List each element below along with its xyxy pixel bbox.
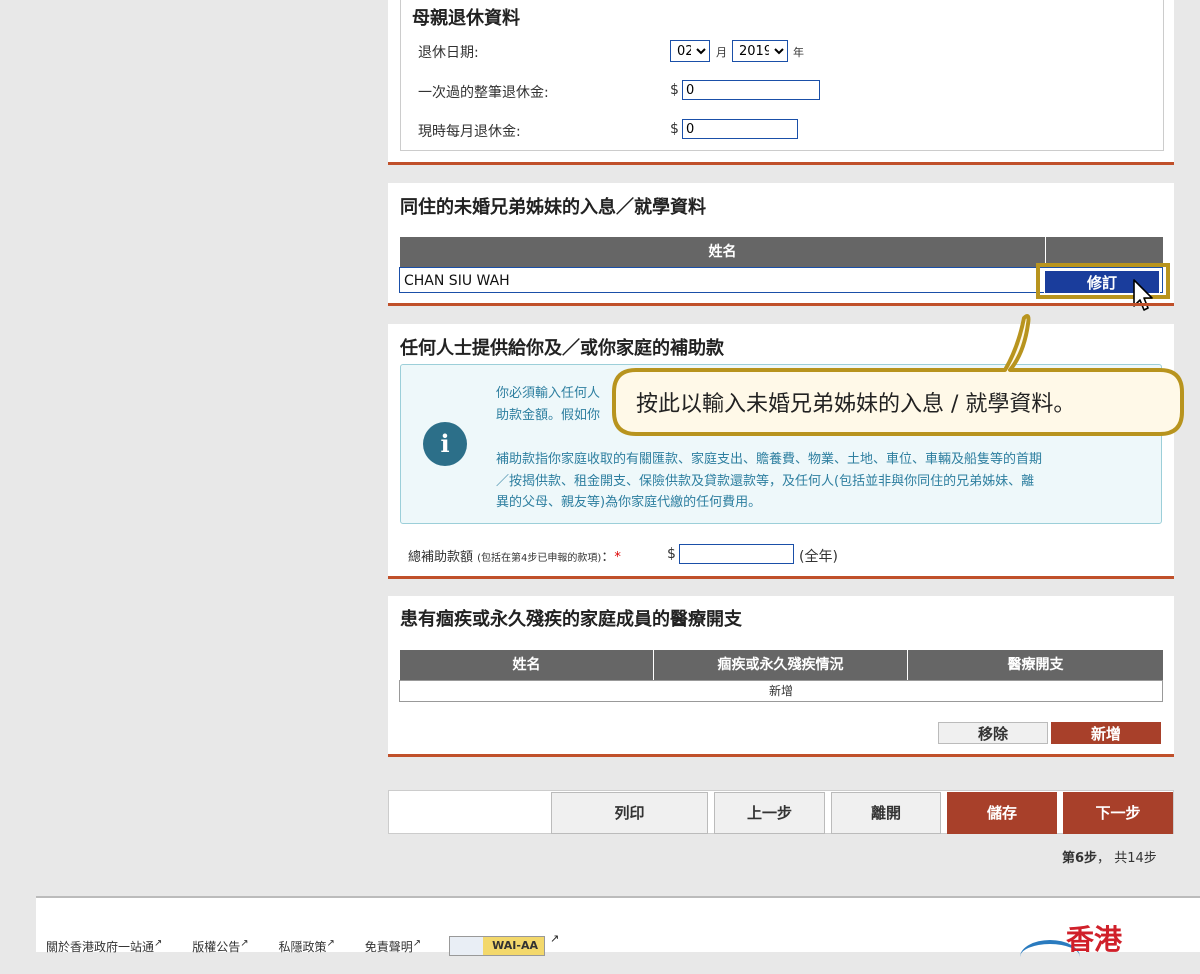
info-para2-line3: 異的父母、親友等)為你家庭代繳的任何費用。 — [496, 495, 762, 510]
total-subsidy-currency: $ — [667, 546, 676, 562]
total-subsidy-note: (包括在第4步已申報的款項) — [477, 553, 602, 564]
section-divider — [388, 576, 1174, 579]
info-para2-line1: 補助款指你家庭收取的有關匯款、家庭支出、贍養費、物業、土地、車位、車輛及船隻等的… — [496, 452, 1043, 467]
footer-link-privacy[interactable]: 私隱政策↗ — [278, 938, 335, 954]
footer-link-disclaimer[interactable]: 免責聲明↗ — [365, 938, 422, 954]
external-link-icon: ↗ — [240, 938, 249, 949]
step-current: 第6步 — [1062, 851, 1098, 866]
monthly-pension-input[interactable] — [682, 119, 798, 139]
medical-name-header: 姓名 — [400, 650, 653, 680]
medical-condition-header: 痼疾或永久殘疾情況 — [654, 650, 907, 680]
total-subsidy-colon: ： — [601, 550, 615, 565]
add-medical-button[interactable]: 新增 — [1051, 722, 1161, 744]
next-step-button[interactable]: 下一步 — [1063, 792, 1173, 834]
step-total: 共14步 — [1114, 851, 1157, 866]
print-button[interactable]: 列印 — [551, 792, 708, 834]
retire-date-label: 退休日期: — [418, 45, 479, 61]
callout-bubble — [612, 314, 1184, 436]
section-divider — [388, 303, 1174, 306]
siblings-name-header: 姓名 — [400, 237, 1045, 267]
info-text-line2: 助款金額。假如你 — [496, 408, 601, 423]
retire-month-select[interactable]: 02 — [670, 40, 710, 62]
step-separator: ， — [1097, 851, 1111, 866]
external-link-icon: ↗ — [412, 938, 422, 949]
retire-year-select[interactable]: 2019 — [732, 40, 788, 62]
total-subsidy-label-group: 總補助款額 (包括在第4步已申報的款項)：* — [408, 546, 621, 565]
external-link-icon: ↗ — [326, 938, 335, 949]
medical-title: 患有痼疾或永久殘疾的家庭成員的醫療開支 — [400, 609, 742, 630]
per-year-label: (全年) — [799, 549, 838, 565]
month-unit: 月 — [716, 46, 727, 59]
external-link-icon: ↗ — [550, 932, 560, 945]
footer-links: 關於香港政府一站通↗ 版權公告↗ 私隱政策↗ 免責聲明↗ — [46, 938, 421, 955]
medical-empty-row: 新增 — [399, 680, 1163, 702]
info-text-line1: 你必須輸入任何人 — [496, 386, 601, 401]
monthly-pension-currency: $ — [670, 121, 679, 137]
wai-aa-badge[interactable]: WAI-AA — [449, 936, 545, 956]
footer-link-about[interactable]: 關於香港政府一站通↗ — [46, 938, 163, 954]
sibling-name-cell: CHAN SIU WAH — [404, 273, 510, 289]
siblings-title: 同住的未婚兄弟姊妹的入息／就學資料 — [400, 197, 706, 218]
brand-logo: 香港 — [1066, 923, 1123, 956]
prev-step-button[interactable]: 上一步 — [714, 792, 825, 834]
section-divider — [388, 162, 1174, 165]
info-icon: i — [423, 422, 467, 466]
callout-text: 按此以輸入未婚兄弟姊妹的入息 / 就學資料。 — [636, 392, 1076, 417]
step-indicator: 第6步， 共14步 — [1062, 847, 1157, 866]
leave-button[interactable]: 離開 — [831, 792, 941, 834]
lump-sum-currency: $ — [670, 82, 679, 98]
lump-sum-label: 一次過的整筆退休金: — [418, 85, 549, 101]
monthly-pension-label: 現時每月退休金: — [418, 124, 521, 140]
save-button[interactable]: 儲存 — [947, 792, 1057, 834]
mother-retirement-title: 母親退休資料 — [412, 8, 520, 29]
footer-link-copyright[interactable]: 版權公告↗ — [192, 938, 249, 954]
remove-button[interactable]: 移除 — [938, 722, 1048, 744]
external-link-icon: ↗ — [154, 938, 163, 949]
lump-sum-input[interactable] — [682, 80, 820, 100]
required-mark: * — [614, 550, 621, 565]
total-subsidy-label: 總補助款額 — [408, 550, 474, 565]
year-unit: 年 — [793, 46, 804, 59]
total-subsidy-input[interactable] — [679, 544, 794, 564]
section-divider — [388, 754, 1174, 757]
info-para2-line2: ／按揭供款、租金開支、保險供款及貸款還款等，及任何人(包括並非與你同住的兄弟姊妹… — [496, 474, 1035, 489]
medical-expense-header: 醫療開支 — [908, 650, 1163, 680]
